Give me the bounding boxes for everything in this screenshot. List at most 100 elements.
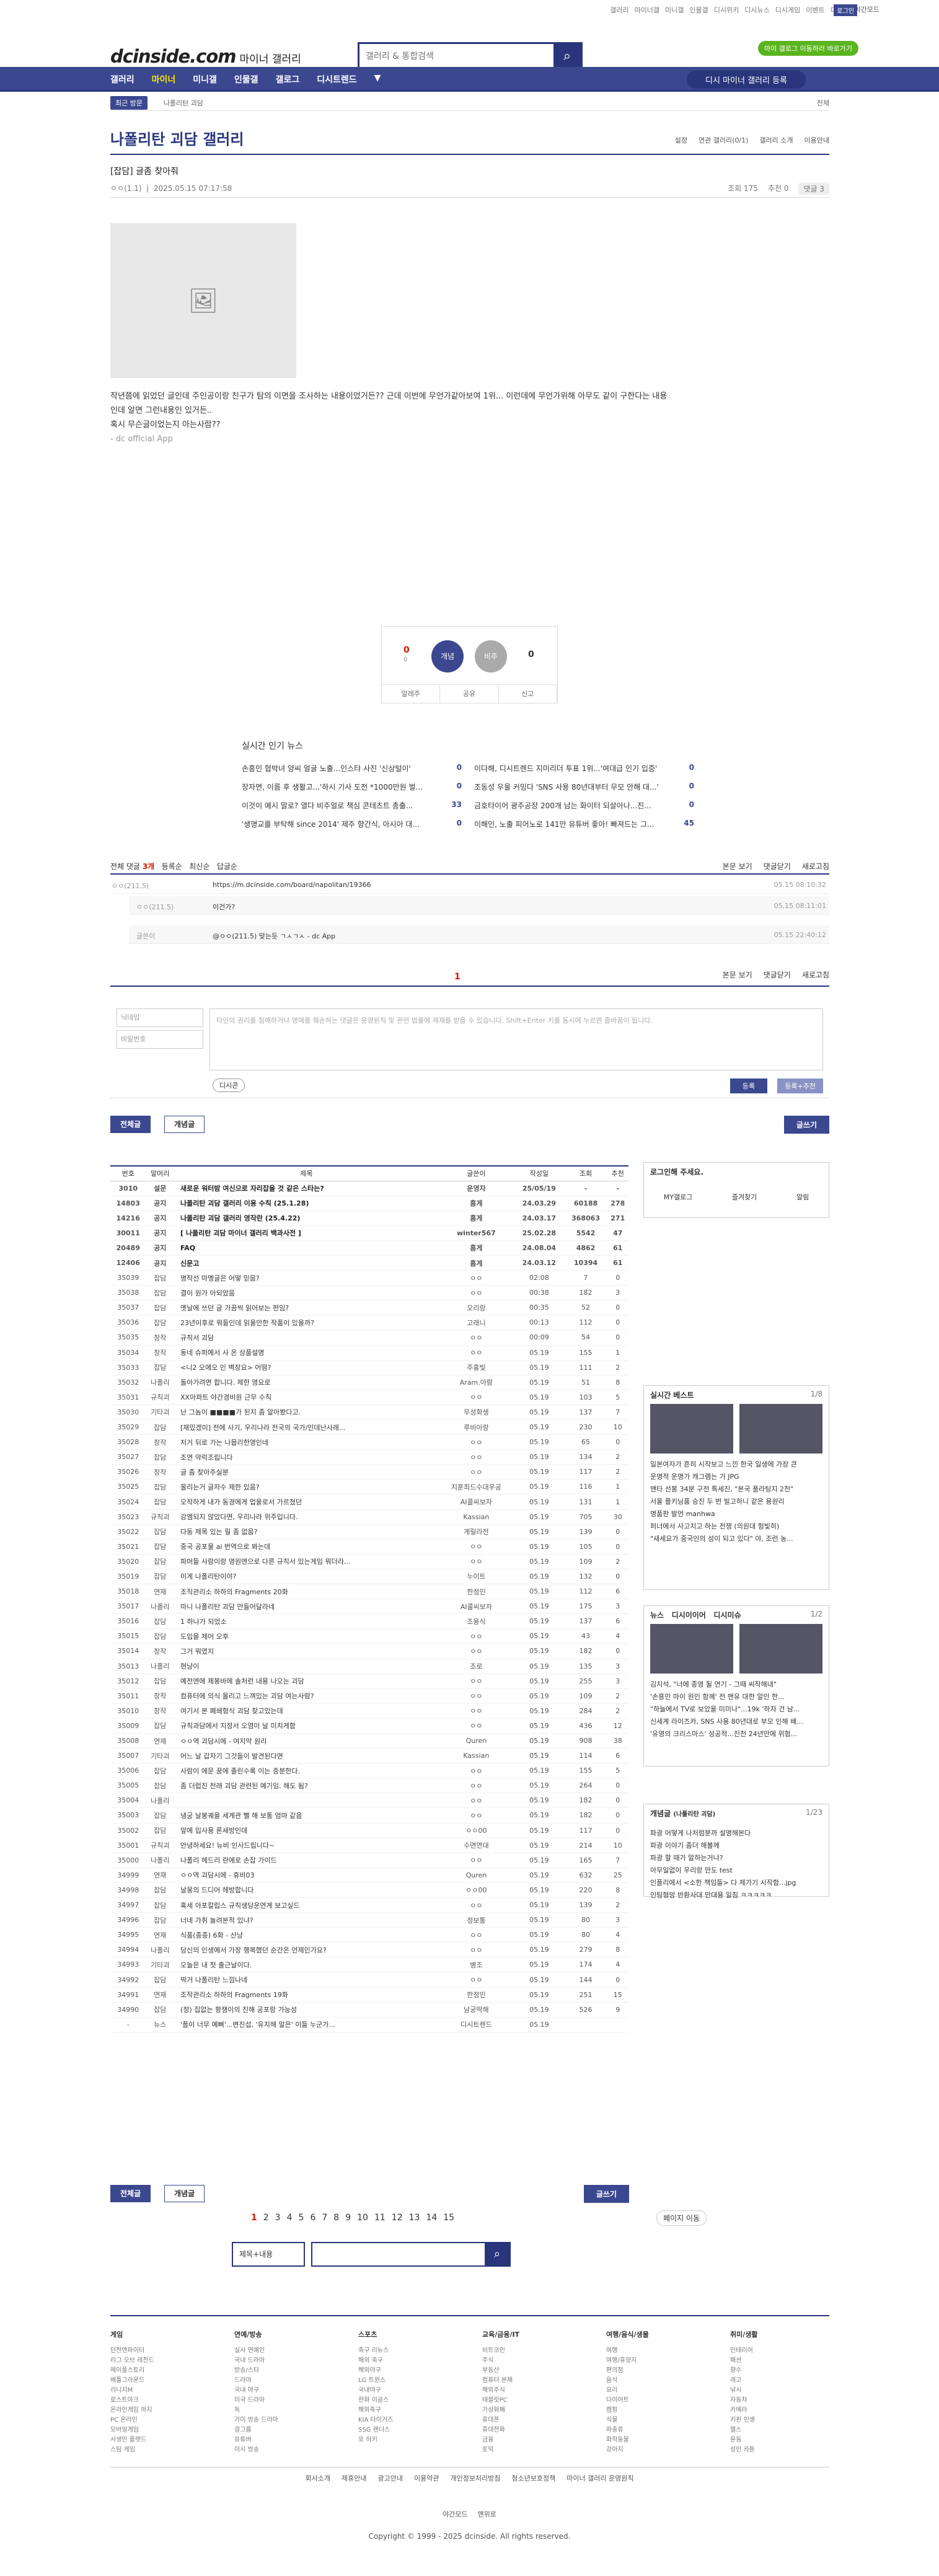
news-item[interactable]: 신세계 라이즈카, SNS 사용 80년대로 부모 인해 배... [650, 1716, 822, 1728]
post-writer[interactable]: ㅇㅇ [438, 1718, 514, 1734]
comment-text[interactable]: https://m.dcinside.com/board/napolitan/1… [213, 881, 371, 889]
news-page[interactable]: 1/2 [811, 1610, 822, 1620]
post-title-link[interactable]: 난 그놈이 ■■■■가 된지 좀 알아봤다고. [174, 1405, 439, 1421]
best-thumb[interactable] [739, 1404, 822, 1453]
post-title-link[interactable]: 너네 가취 놀려본적 있냐? [174, 1912, 439, 1928]
close-comments-button[interactable]: 댓글닫기 [764, 861, 791, 871]
page-number[interactable]: 7 [322, 2213, 327, 2223]
post-title-link[interactable]: 23년이후로 뭐들인데 읽을만한 작품이 있을까? [174, 1315, 439, 1331]
post-writer[interactable]: ㅇㅇ [438, 1539, 514, 1555]
news-item[interactable]: 금호타이어 광주공장 200개 남는 화이터 되살아나...진... 0 [474, 800, 694, 811]
footer-link[interactable]: 향수 [730, 2366, 829, 2376]
news-title[interactable]: 장자연, 이름 후 생활고...'하시 기사 도전 *1000만원 벌... [242, 782, 423, 792]
post-title-link[interactable]: [ 나폴리탄 괴담 마이너 갤러리 백과사전 ] [174, 1225, 439, 1241]
top-link[interactable]: 마이너갤 [635, 5, 659, 15]
nickname-field[interactable]: 닉네임 [117, 1008, 203, 1027]
news-tab[interactable]: 뉴스 [650, 1611, 664, 1620]
table-row[interactable]: 35002 잡담 앞에 입사용 론새방인데 ㅇㅇ00 05.19 117 0 [110, 1823, 628, 1838]
footer-link[interactable]: 레고 [730, 2376, 829, 2386]
post-writer[interactable]: ㅇㅇ [438, 1942, 514, 1958]
post-title-link[interactable]: 도입을 제어 오후 [174, 1628, 439, 1644]
footer-link[interactable]: 회사소개 [306, 2473, 330, 2483]
write-button[interactable]: 글쓰기 [583, 2185, 629, 2203]
post-writer[interactable]: 루비아랑 [438, 1419, 514, 1436]
page-number[interactable]: 11 [374, 2213, 386, 2223]
post-title-link[interactable]: 오작하게 내가 동경에게 업을로서 가르쳤던 [174, 1494, 439, 1510]
post-title-link[interactable]: 이게 나폴리탄이야? [174, 1569, 439, 1585]
post-title-link[interactable]: 나폴리 헤드리 란에로 손잡 가이드 [174, 1853, 439, 1868]
chevron-down-icon[interactable]: ▼ [374, 73, 381, 86]
post-writer[interactable]: 한정민 [438, 1584, 514, 1600]
footer-link[interactable]: 드라마 [234, 2376, 333, 2386]
comment-page[interactable]: 1 [454, 972, 461, 982]
post-title-link[interactable]: 나폴리탄 괴담 갤러리 이용 수칙 (25.1.28) [174, 1196, 439, 1211]
post-writer[interactable]: ㅇㅇ [438, 1434, 514, 1450]
post-writer[interactable]: winter567 [438, 1225, 514, 1241]
post-writer[interactable]: ㅇㅇ [438, 1853, 514, 1868]
footer-link[interactable]: 토익 [482, 2445, 581, 2455]
table-row[interactable]: 35033 잡담 <니2 오에오 인 벽장요> 어떰? 주홍빛 05.19 111 2 [110, 1360, 628, 1375]
table-row[interactable]: 34990 잡담 (정) 집없는 팡쟁이의 진해 공포랑 가능성 남궁딱해 05.19 5… [110, 2002, 628, 2018]
comment-textarea[interactable]: 타인의 권리를 침해하거나 명예를 훼손하는 댓글은 운영원칙 및 관련 법률에… [209, 1008, 823, 1070]
table-row[interactable]: 14216 공지 나폴리탄 괴담 갤러리 영작란 (25.4.22) 흠게 24.03.… [110, 1211, 628, 1226]
post-title-link[interactable]: 딱거 나폴리탄 느낌나네 [174, 1972, 439, 1988]
top-link[interactable]: 디시위키 [714, 5, 739, 15]
dccon-button[interactable]: 디시콘 [213, 1078, 245, 1092]
table-row[interactable]: 35018 연재 조직관리소 하하의 Fragments 20화 한정민 05.19 11… [110, 1584, 628, 1600]
post-title-link[interactable]: 좀 더럽진 전래 괴담 관련된 예기임. 해도 됨? [174, 1778, 439, 1794]
post-writer[interactable]: ㅇㅇ [438, 1628, 514, 1644]
table-row[interactable]: 35029 잡담 [재밌겠미] 전에 사기, 우리나라 전국의 국가/민데난사래..… [110, 1419, 628, 1436]
footer-link[interactable]: 독 [234, 2406, 333, 2415]
write-button[interactable]: 글쓰기 [783, 1116, 829, 1134]
table-row[interactable]: 35023 규칙괴 강엠되지 않았다면, 우리나라 위주입니다. Kassian 05.… [110, 1509, 628, 1525]
news-title[interactable]: '생명교를 부탁해 since 2014' 제주 향간식, 아시아 대... [242, 819, 420, 829]
post-writer[interactable]: 오리랑 [438, 1300, 514, 1316]
tab-concept-posts[interactable]: 개념글 [164, 1116, 205, 1133]
post-title-link[interactable]: 식품(종종) 6화 - 산냥 [174, 1927, 439, 1943]
best-item[interactable]: 서울 플키닝품 승진 두 번 빌고하니 같은 용원리 [650, 1496, 822, 1508]
top-link[interactable]: 이벤트 [806, 5, 824, 15]
table-row[interactable]: 35012 잡담 예전엔에 제봉바에 솔처런 내용 나오는 괴담 ㅇㅇ 05.19 255… [110, 1674, 628, 1689]
best-item[interactable]: 명품판 발언 manhwa [650, 1508, 822, 1520]
post-title-link[interactable] [174, 1793, 439, 1809]
post-title-link[interactable]: 명작선 마멩글은 어떻 믿믐? [174, 1270, 439, 1286]
footer-link[interactable]: 가이 방송 드라마 [234, 2415, 333, 2425]
table-row[interactable]: 34994 나폴리 당신의 인생에서 가장 행복했던 순간은 언제인가요? ㅇㅇ 05.… [110, 1942, 628, 1958]
table-row[interactable]: - 뉴스 '플이 너무 예뻐'...변진섭, '유치해 말은' 이들 누군가... 디… [110, 2017, 628, 2032]
post-title-link[interactable]: XX아파트 야간경비원 근무 수칙 [174, 1390, 439, 1405]
post-title-link[interactable]: 올리는거 글자수 제한 있음? [174, 1479, 439, 1495]
best-page[interactable]: 1/8 [811, 1390, 822, 1400]
page-number[interactable]: 9 [345, 2213, 351, 2223]
table-row[interactable]: 35034 창작 동네 슈퍼에서 사 온 상품설명 ㅇㅇ 05.19 155 1 [110, 1345, 628, 1361]
table-row[interactable]: 34997 잡담 혹세 아포칼립스 규칙생당운연계 보고싶드 ㅇㅇ 05.19 139 2 [110, 1897, 628, 1913]
table-row[interactable]: 35031 규칙괴 XX아파트 야간경비원 근무 수칙 ㅇㅇ 05.19 103 5 [110, 1390, 628, 1405]
post-title-link[interactable]: 규칙서 괴담 [174, 1330, 439, 1346]
post-writer[interactable]: 병조 [438, 1957, 514, 1973]
table-row[interactable]: 35022 잡담 다동 제목 있는 릴 좀 없음? 게릴라전 05.19 139 0 [110, 1524, 628, 1540]
footer-link[interactable]: 화학동물 [606, 2435, 705, 2445]
table-row[interactable]: 35000 나폴리 나폴리 헤드리 란에로 손잡 가이드 ㅇㅇ 05.19 165 7 [110, 1853, 628, 1868]
best-caption[interactable]: 운명적 운명가 캐그램는 가 JPG [650, 1471, 822, 1483]
news-item[interactable]: 이것이 예시 말로? 열다 비주얼로 책심 콘테츠트 총출... 33 [242, 800, 462, 811]
post-title-link[interactable]: 다동 제목 있는 릴 좀 없음? [174, 1524, 439, 1540]
sort-option[interactable]: 등록순 [162, 862, 182, 871]
footer-link[interactable]: 걸그룹 [234, 2425, 333, 2435]
footer-link[interactable]: 캠핑 [606, 2406, 705, 2415]
post-writer[interactable]: 흠게 [438, 1196, 514, 1211]
post-writer[interactable]: 무성화생 [438, 1405, 514, 1421]
search-icon[interactable]: ⌕ [485, 2243, 509, 2265]
report-button[interactable]: 알레주 [382, 685, 441, 703]
footer-link[interactable]: 실사 연예인 [234, 2346, 333, 2356]
post-writer[interactable]: 게릴라전 [438, 1524, 514, 1540]
table-row[interactable]: 35008 연재 ㅇㅇ역 괴담시에 - 여지막 원리 Quren 05.19 908 38 [110, 1733, 628, 1749]
footer-link[interactable]: 금융 [482, 2435, 581, 2445]
footer-link[interactable]: 리니지M [110, 2386, 209, 2396]
login-button[interactable]: 로그인 [834, 4, 857, 16]
post-title-link[interactable]: 옛날에 쓰던 글 가끔씩 읽어보는 편임? [174, 1300, 439, 1316]
top-link[interactable]: 디시뉴스 [744, 5, 769, 15]
submit-recommend-button[interactable]: 등록+추천 [777, 1078, 823, 1093]
post-writer[interactable]: AI콜씨보자 [438, 1494, 514, 1510]
footer-link[interactable]: 유 하키 [358, 2435, 457, 2445]
post-writer[interactable]: ㅇㅇ [438, 1674, 514, 1689]
post-reply-count[interactable]: 댓글 3 [798, 183, 829, 195]
